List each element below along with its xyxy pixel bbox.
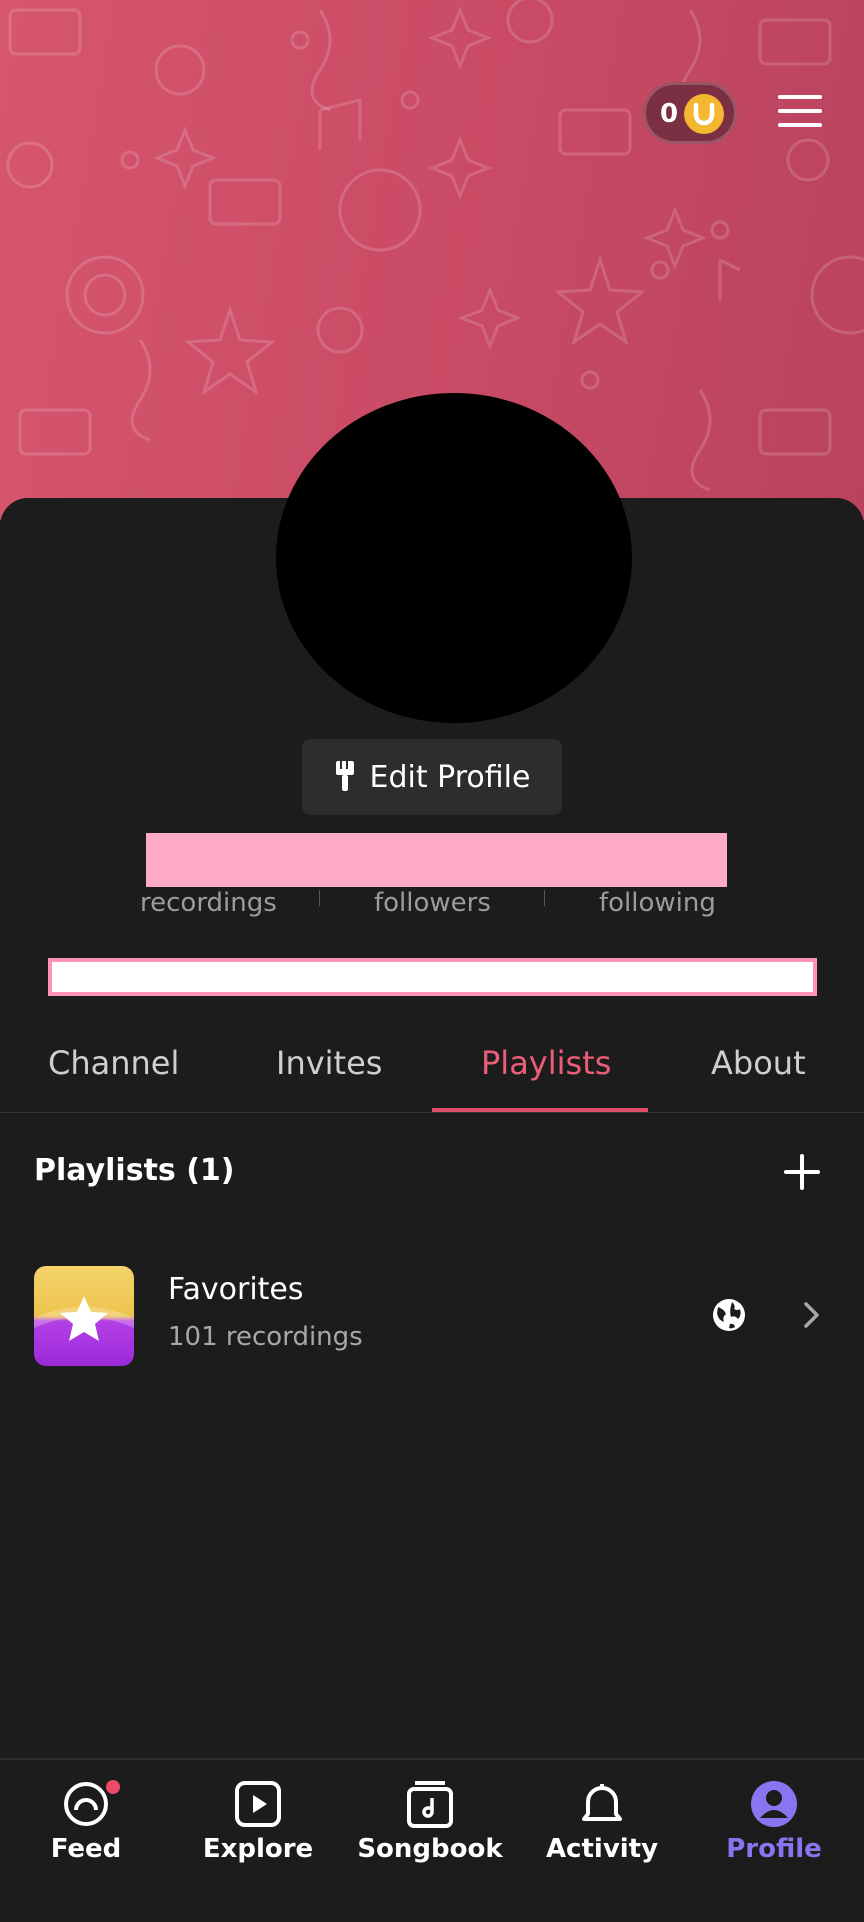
stat-following[interactable]: following [599,888,716,918]
playlist-count: 101 recordings [168,1322,363,1352]
nav-songbook[interactable]: Songbook [344,1760,516,1880]
list-item[interactable]: Favorites 101 recordings [0,1262,864,1372]
nav-explore[interactable]: Explore [172,1760,344,1880]
bell-icon [582,1784,622,1821]
nav-feed[interactable]: Feed [0,1760,172,1880]
playlists-heading: Playlists (1) [34,1153,235,1188]
nav-profile[interactable]: Profile [688,1760,860,1880]
tab-about[interactable]: About [711,1044,806,1082]
stat-followers[interactable]: followers [374,888,491,918]
tab-playlists[interactable]: Playlists [481,1044,611,1082]
feed-icon [64,1782,108,1826]
nav-label-activity: Activity [545,1834,659,1864]
redacted-bio [48,958,817,996]
profile-stats: recordings followers following [114,884,716,924]
coin-count: 0 [660,99,679,129]
nav-activity[interactable]: Activity [516,1760,688,1880]
tab-channel[interactable]: Channel [48,1044,179,1082]
profile-tabs: Channel Invites Playlists About [0,1030,864,1113]
paintbrush-icon [335,761,354,791]
nav-label-explore: Explore [202,1834,314,1864]
songbook-icon [407,1781,453,1828]
notification-dot [106,1780,120,1794]
avatar[interactable] [276,393,632,723]
chevron-right-icon [804,1302,819,1328]
play-icon [235,1781,281,1827]
active-tab-indicator [432,1108,648,1112]
stat-recordings[interactable]: recordings [140,888,277,918]
horseshoe-coin-icon [684,94,724,134]
bottom-nav: Feed Explore Songbook Activity Profile [0,1758,864,1922]
favorites-thumbnail [34,1266,134,1366]
edit-profile-button[interactable]: Edit Profile [302,739,562,815]
edit-profile-label: Edit Profile [369,759,531,795]
profile-icon [751,1781,797,1827]
add-playlist-button[interactable] [784,1154,820,1190]
hamburger-menu-icon[interactable] [778,95,822,129]
coin-balance-button[interactable]: 0 [643,82,737,144]
tab-invites[interactable]: Invites [276,1044,382,1082]
nav-label-feed: Feed [50,1834,122,1864]
globe-icon [713,1299,745,1331]
playlist-title: Favorites [168,1272,304,1307]
nav-label-profile: Profile [726,1834,822,1864]
redacted-name [146,833,727,887]
nav-label-songbook: Songbook [357,1834,503,1864]
